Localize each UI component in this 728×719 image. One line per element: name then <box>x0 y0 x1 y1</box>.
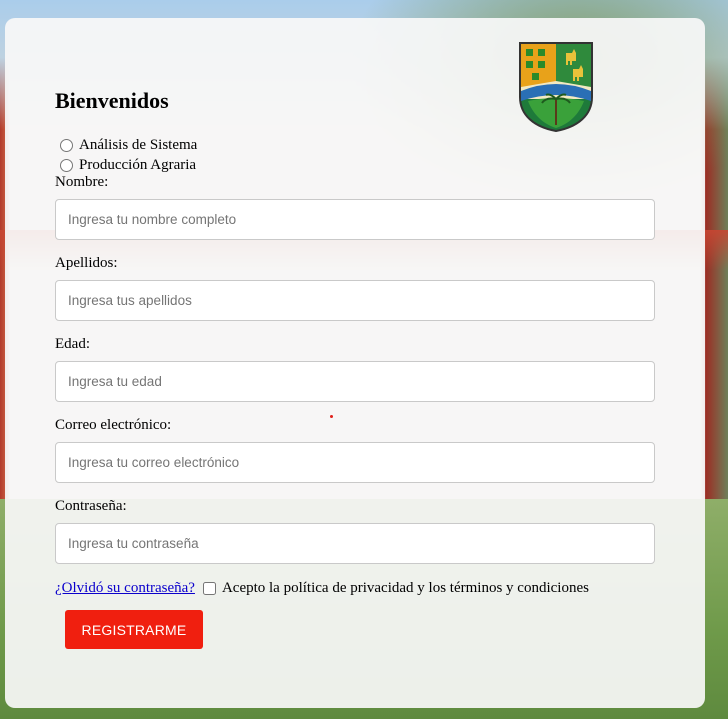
page-title: Bienvenidos <box>55 88 169 113</box>
career-label-analisis: Análisis de Sistema <box>79 136 198 153</box>
apellidos-input[interactable] <box>55 280 655 321</box>
password-input[interactable] <box>55 523 655 564</box>
privacy-checkbox[interactable] <box>202 582 216 595</box>
career-radio-agraria[interactable] <box>60 158 73 172</box>
nombre-label: Nombre: <box>55 174 109 190</box>
career-option-analisis[interactable]: Análisis de Sistema <box>57 136 197 154</box>
career-option-agraria[interactable]: Producción Agraria <box>57 156 196 174</box>
shield-crest-icon <box>519 42 593 133</box>
registration-card: Bienvenidos Análisis de Sistema Producci… <box>5 18 705 708</box>
email-input[interactable] <box>55 442 655 483</box>
forgot-password-link[interactable]: ¿Olvidó su contraseña? <box>55 580 195 597</box>
career-label-agraria: Producción Agraria <box>79 156 197 173</box>
apellidos-label: Apellidos: <box>55 255 118 271</box>
terms-row: ¿Olvidó su contraseña? Acepto la polític… <box>55 580 589 597</box>
correo-label: Correo electrónico: <box>55 417 172 433</box>
nombre-input[interactable] <box>55 199 655 240</box>
edad-input[interactable] <box>55 361 655 402</box>
privacy-checkbox-label: Acepto la política de privacidad y los t… <box>221 580 589 596</box>
register-button[interactable]: REGISTRARME <box>65 610 203 649</box>
career-radio-analisis[interactable] <box>60 138 73 152</box>
edad-label: Edad: <box>55 336 90 352</box>
contrasena-label: Contraseña: <box>55 498 127 514</box>
stray-dot <box>330 415 333 418</box>
